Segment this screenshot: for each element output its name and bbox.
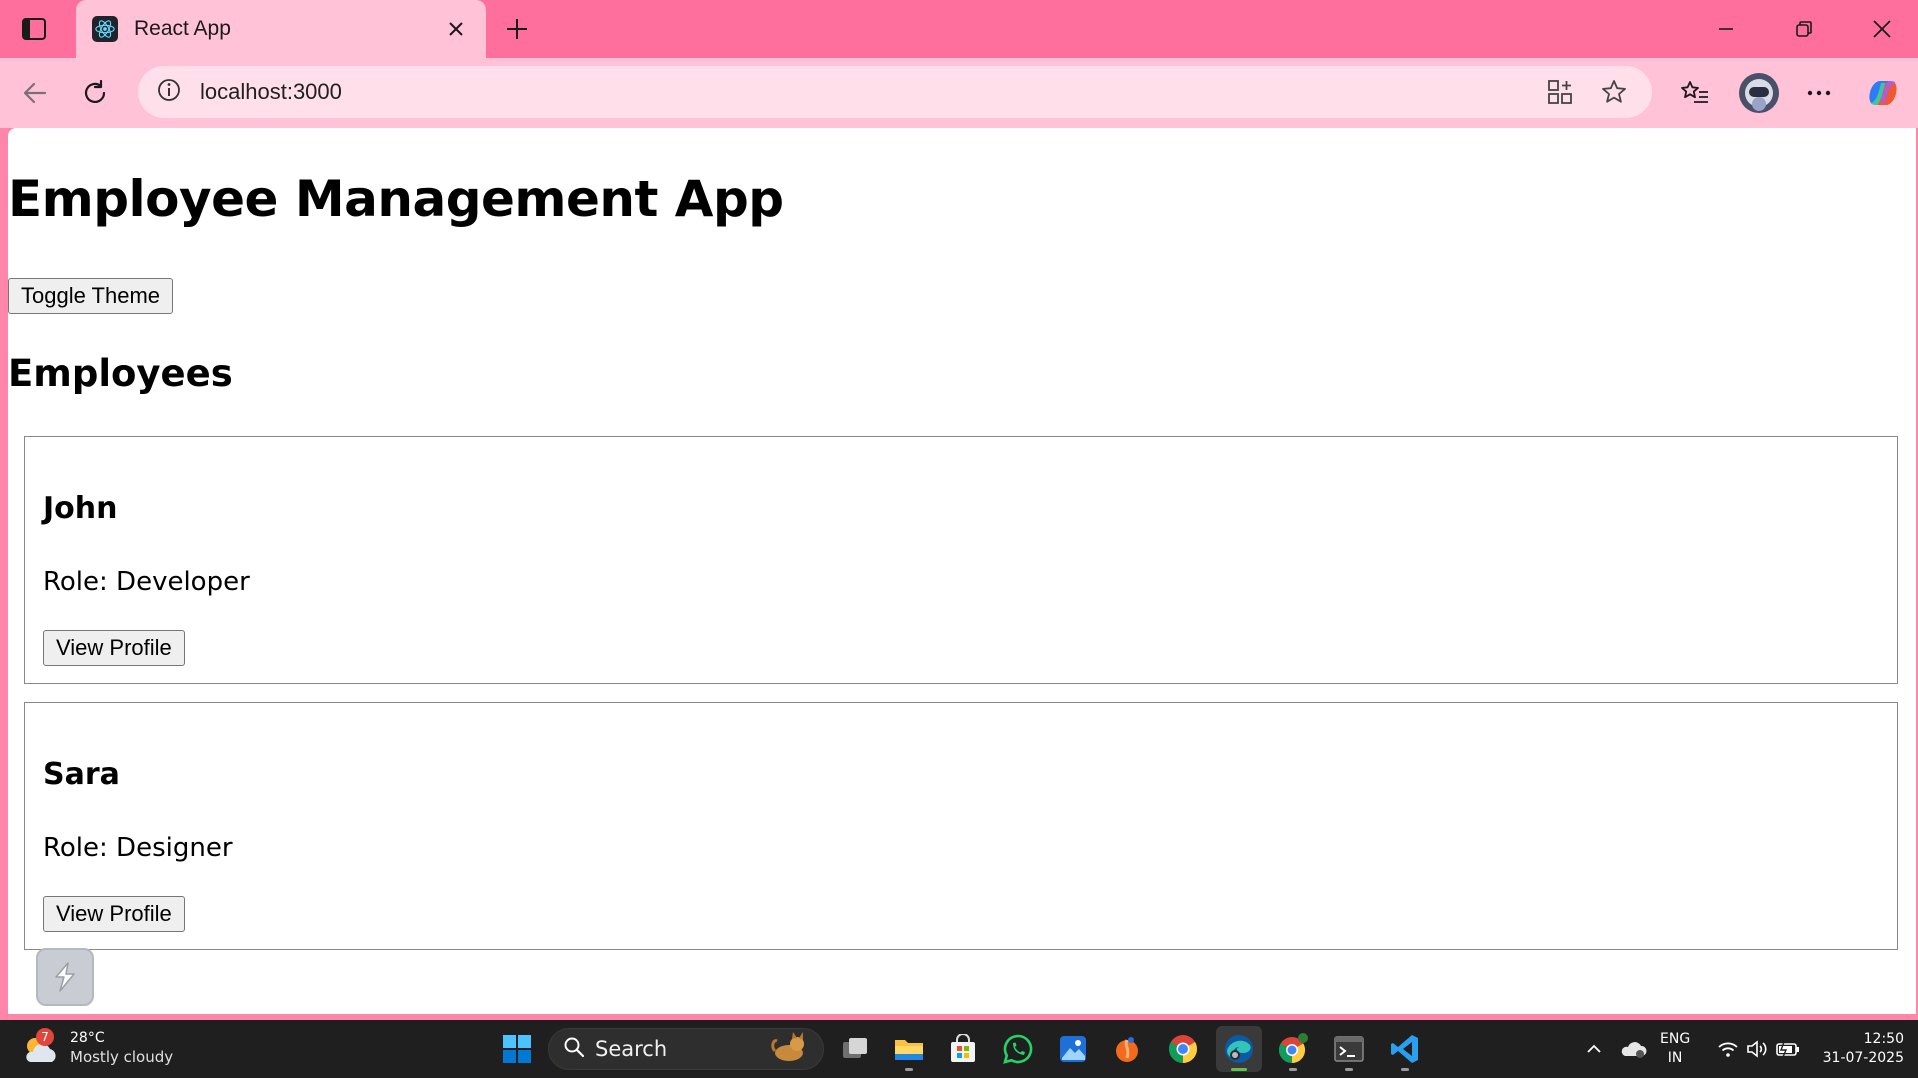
employee-card: John Role: Developer View Profile — [24, 436, 1898, 684]
running-indicator — [1401, 1068, 1409, 1071]
clock-time: 12:50 — [1863, 1031, 1904, 1047]
close-tab-icon[interactable] — [442, 15, 470, 43]
employee-card: Sara Role: Designer View Profile — [24, 702, 1898, 950]
edge-browser-icon[interactable] — [1216, 1026, 1262, 1072]
running-indicator — [1289, 1068, 1297, 1071]
weather-temp: 28°C — [70, 1030, 105, 1046]
weather-cloud-sun-icon: 7 — [20, 1028, 60, 1068]
favorites-list-icon[interactable] — [1672, 70, 1718, 116]
employee-name: John — [43, 491, 118, 526]
page-viewport: Employee Management App Toggle Theme Emp… — [8, 128, 1916, 1014]
terminal-icon[interactable] — [1326, 1026, 1372, 1072]
close-window-icon[interactable] — [1854, 10, 1910, 48]
search-label: Search — [595, 1037, 668, 1061]
restore-icon[interactable] — [1776, 10, 1832, 48]
employee-role: Role: Developer — [43, 567, 250, 597]
language-region: IN — [1667, 1050, 1683, 1066]
search-icon — [563, 1036, 585, 1062]
language-indicator[interactable]: ENG IN — [1660, 1030, 1690, 1068]
photos-app-icon[interactable] — [1050, 1026, 1096, 1072]
windows-start-icon[interactable] — [494, 1026, 540, 1072]
weather-condition: Mostly cloudy — [70, 1048, 174, 1066]
favorite-star-icon[interactable] — [1594, 72, 1634, 112]
weather-widget[interactable]: 7 28°C Mostly cloudy — [20, 1028, 173, 1068]
taskbar: 7 28°C Mostly cloudy Search ENG IN 12:50… — [0, 1020, 1918, 1078]
url-text[interactable]: localhost:3000 — [200, 79, 1526, 105]
chrome-icon[interactable] — [1160, 1026, 1206, 1072]
clock-date: 31-07-2025 — [1822, 1050, 1904, 1066]
tab-actions-icon[interactable] — [14, 12, 54, 46]
view-profile-button[interactable]: View Profile — [43, 896, 185, 932]
floating-extension-icon[interactable] — [36, 948, 94, 1006]
vscode-icon[interactable] — [1382, 1026, 1428, 1072]
app-available-icon[interactable] — [1540, 72, 1580, 112]
browser-titlebar: React App — [0, 0, 1918, 58]
toggle-theme-button[interactable]: Toggle Theme — [8, 278, 174, 314]
running-indicator — [905, 1068, 913, 1071]
system-clock[interactable]: 12:50 31-07-2025 — [1806, 1030, 1904, 1068]
tab-title: React App — [134, 17, 231, 40]
search-highlight-cat-icon — [769, 1031, 809, 1067]
running-indicator — [1345, 1068, 1353, 1071]
app-orange-icon[interactable] — [1104, 1026, 1150, 1072]
minimize-icon[interactable] — [1698, 10, 1754, 48]
reload-icon[interactable] — [72, 70, 118, 116]
active-indicator — [1231, 1068, 1247, 1071]
task-view-icon[interactable] — [832, 1026, 878, 1072]
taskbar-search[interactable]: Search — [548, 1028, 824, 1070]
file-explorer-icon[interactable] — [886, 1026, 932, 1072]
site-info-icon[interactable] — [156, 77, 182, 108]
whatsapp-icon[interactable] — [995, 1026, 1041, 1072]
onedrive-cloud-icon[interactable] — [1616, 1030, 1652, 1068]
language-code: ENG — [1660, 1031, 1691, 1047]
profile-avatar-icon[interactable] — [1736, 70, 1782, 116]
copilot-icon[interactable] — [1860, 70, 1906, 116]
chrome-profile-icon[interactable] — [1270, 1026, 1316, 1072]
view-profile-button[interactable]: View Profile — [43, 630, 185, 666]
show-hidden-icons-chevron-icon[interactable] — [1580, 1030, 1608, 1068]
wifi-icon[interactable] — [1714, 1030, 1742, 1068]
browser-tab[interactable]: React App — [76, 0, 486, 58]
address-bar[interactable]: localhost:3000 — [138, 66, 1652, 118]
new-tab-icon[interactable] — [500, 12, 534, 46]
app-title: Employee Management App — [8, 170, 784, 228]
battery-icon[interactable] — [1772, 1030, 1804, 1068]
employees-heading: Employees — [8, 352, 233, 395]
react-favicon-icon — [92, 16, 118, 42]
volume-icon[interactable] — [1742, 1030, 1772, 1068]
employee-role: Role: Designer — [43, 833, 233, 863]
weather-badge: 7 — [36, 1028, 54, 1046]
microsoft-store-icon[interactable] — [940, 1026, 986, 1072]
more-options-icon[interactable] — [1796, 70, 1842, 116]
back-arrow-icon[interactable] — [12, 70, 58, 116]
employee-name: Sara — [43, 757, 120, 792]
